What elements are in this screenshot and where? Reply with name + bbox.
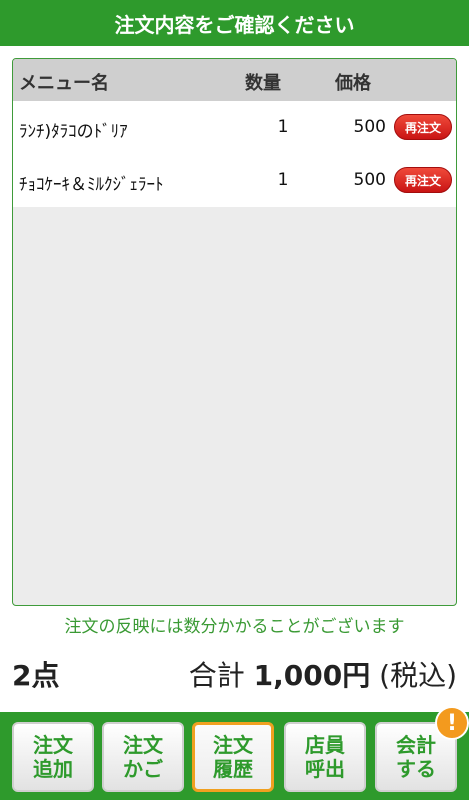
total-label: 合計 xyxy=(188,659,245,692)
reorder-button[interactable]: 再注文 xyxy=(394,114,452,140)
order-total: 合計 1,000円 (税込) xyxy=(189,654,457,694)
item-count: 2点 xyxy=(12,659,60,692)
item-price: 500 xyxy=(353,170,386,190)
call-staff-button[interactable]: 店員 呼出 xyxy=(284,722,366,792)
page-title: 注文内容をご確認ください xyxy=(114,12,355,37)
add-order-button[interactable]: 注文 追加 xyxy=(12,722,94,792)
order-summary: 2点 合計 1,000円 (税込) xyxy=(0,650,469,695)
tax-note: (税込) xyxy=(379,659,457,692)
button-label-line1: 会計 xyxy=(396,733,436,757)
column-header-name: メニュー名 xyxy=(19,73,109,94)
table-header: メニュー名 数量 価格 xyxy=(13,59,456,101)
total-amount: 1,000円 xyxy=(253,659,371,692)
item-name: ﾁｮｺｹｰｷ＆ﾐﾙｸｼﾞｪﾗｰﾄ xyxy=(19,175,164,195)
button-label-line1: 店員 xyxy=(305,733,345,757)
item-price: 500 xyxy=(353,117,386,137)
notice-text: 注文の反映には数分かかることがございます xyxy=(64,617,405,637)
page-header: 注文内容をご確認ください xyxy=(0,0,469,46)
column-header-price: 価格 xyxy=(335,73,371,94)
button-label-line2: 呼出 xyxy=(305,757,345,781)
reorder-button[interactable]: 再注文 xyxy=(394,167,452,193)
button-label-line1: 注文 xyxy=(123,733,163,757)
order-history-button[interactable]: 注文 履歴 xyxy=(192,722,274,792)
item-qty: 1 xyxy=(277,117,289,137)
table-row: ﾁｮｺｹｰｷ＆ﾐﾙｸｼﾞｪﾗｰﾄ 1 500 再注文 xyxy=(13,154,456,207)
bottom-nav: 注文 追加 注文 かご 注文 履歴 店員 呼出 会計 する xyxy=(0,712,469,800)
item-name: ﾗﾝﾁ)ﾀﾗｺのﾄﾞﾘｱ xyxy=(19,122,128,142)
item-qty: 1 xyxy=(277,170,289,190)
order-cart-button[interactable]: 注文 かご xyxy=(102,722,184,792)
button-label-line2: する xyxy=(396,757,436,781)
column-header-qty: 数量 xyxy=(245,73,281,94)
button-label-line2: かご xyxy=(123,757,163,781)
alert-icon: ! xyxy=(435,706,469,740)
button-label-line1: 注文 xyxy=(213,733,253,757)
table-row: ﾗﾝﾁ)ﾀﾗｺのﾄﾞﾘｱ 1 500 再注文 xyxy=(13,101,456,154)
button-label-line2: 履歴 xyxy=(213,757,253,781)
button-label-line2: 追加 xyxy=(33,757,73,781)
button-label-line1: 注文 xyxy=(33,733,73,757)
order-list-panel: メニュー名 数量 価格 ﾗﾝﾁ)ﾀﾗｺのﾄﾞﾘｱ 1 500 再注文 ﾁｮｺｹｰ… xyxy=(12,58,457,606)
